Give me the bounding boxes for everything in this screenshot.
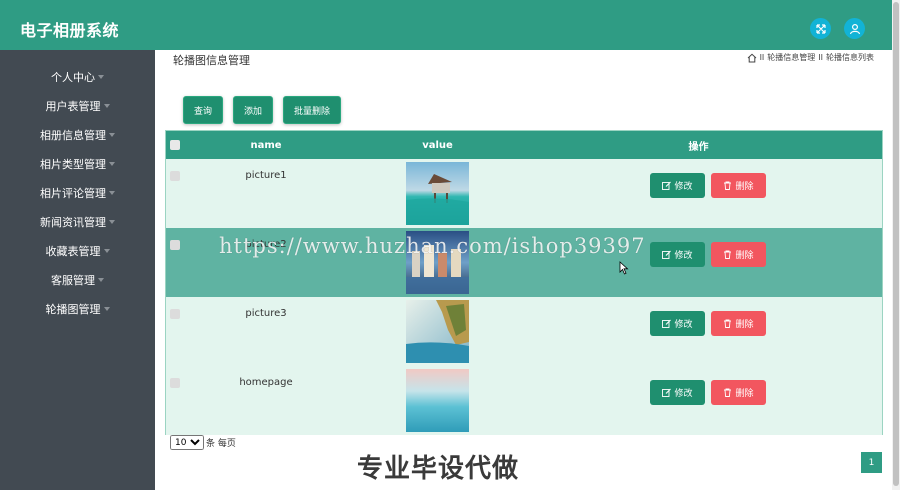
page-size-select[interactable]: 10 xyxy=(170,435,204,450)
app-title: 电子相册系统 xyxy=(20,21,120,40)
edit-button[interactable]: 修改 xyxy=(650,380,705,405)
scroll-thumb[interactable] xyxy=(893,2,899,486)
query-button[interactable]: 查询 xyxy=(183,96,224,124)
breadcrumb-separator: II xyxy=(818,53,823,62)
add-button[interactable]: 添加 xyxy=(233,96,274,124)
sidebar: 个人中心 用户表管理 相册信息管理 相片类型管理 相片评论管理 新闻资讯管理 收… xyxy=(0,50,155,490)
pagination-size: 10 条 每页 xyxy=(170,435,236,450)
user-icon xyxy=(849,23,860,34)
watermark-text: https://www.huzhan.com/ishop39397 xyxy=(219,234,646,258)
sidebar-item-news[interactable]: 新闻资讯管理 xyxy=(0,207,155,236)
table-row: picture1 修改 删除 xyxy=(166,159,882,228)
title-bar: 轮播图信息管理 II 轮播信息管理 II 轮播信息列表 xyxy=(155,50,892,88)
main-content: 查询 添加 批量删除 name value 操作 picture1 修改 删除 … xyxy=(155,88,892,490)
chevron-down-icon xyxy=(109,161,115,166)
delete-label: 删除 xyxy=(735,251,754,261)
page-scrollbar[interactable] xyxy=(892,0,900,490)
page-size-suffix: 条 每页 xyxy=(206,439,236,449)
fullscreen-button[interactable] xyxy=(810,18,831,39)
edit-label: 修改 xyxy=(674,389,693,399)
sidebar-item-label: 用户表管理 xyxy=(45,99,101,113)
sidebar-item-label: 相册信息管理 xyxy=(40,128,106,142)
sidebar-item-label: 新闻资讯管理 xyxy=(40,215,106,229)
trash-icon xyxy=(724,388,732,397)
trash-icon xyxy=(724,181,732,190)
breadcrumb-separator: II xyxy=(759,53,765,62)
cell-name: picture1 xyxy=(245,170,287,181)
breadcrumb-item[interactable]: 轮播信息管理 xyxy=(767,52,815,63)
edit-icon xyxy=(662,319,672,328)
row-checkbox[interactable] xyxy=(170,309,180,319)
edit-label: 修改 xyxy=(674,182,693,192)
home-icon[interactable] xyxy=(747,53,757,63)
edit-button[interactable]: 修改 xyxy=(650,173,705,198)
sidebar-item-profile[interactable]: 个人中心 xyxy=(0,62,155,91)
mouse-cursor-icon xyxy=(619,261,629,275)
row-checkbox[interactable] xyxy=(170,171,180,181)
chevron-down-icon xyxy=(109,190,115,195)
chevron-down-icon xyxy=(103,248,110,253)
sidebar-item-photo-types[interactable]: 相片类型管理 xyxy=(0,149,155,178)
row-checkbox[interactable] xyxy=(170,378,180,388)
sea-sky-image xyxy=(406,369,469,432)
sidebar-item-label: 客服管理 xyxy=(51,273,95,287)
trash-icon xyxy=(724,250,732,259)
batch-delete-button[interactable]: 批量删除 xyxy=(283,96,342,124)
select-all-checkbox[interactable] xyxy=(170,140,180,150)
sidebar-item-label: 收藏表管理 xyxy=(45,244,101,258)
sidebar-item-label: 个人中心 xyxy=(51,70,95,84)
cliff-sea-image xyxy=(406,300,469,363)
page-number-button[interactable]: 1 xyxy=(861,452,882,473)
sidebar-item-users[interactable]: 用户表管理 xyxy=(0,91,155,120)
column-header-name: name xyxy=(250,139,282,151)
sidebar-item-favorites[interactable]: 收藏表管理 xyxy=(0,236,155,265)
edit-button[interactable]: 修改 xyxy=(650,311,705,336)
promo-banner: 专业毕设代做 xyxy=(357,454,520,484)
breadcrumb: II 轮播信息管理 II 轮播信息列表 xyxy=(747,52,874,63)
chevron-down-icon xyxy=(103,306,110,311)
delete-button[interactable]: 删除 xyxy=(711,311,766,336)
edit-icon xyxy=(662,388,672,397)
fullscreen-icon xyxy=(815,23,826,34)
sidebar-item-label: 相片评论管理 xyxy=(40,186,106,200)
sidebar-item-label: 相片类型管理 xyxy=(40,157,106,171)
page-title: 轮播图信息管理 xyxy=(173,54,250,67)
chevron-down-icon xyxy=(98,74,104,79)
chevron-down-icon xyxy=(109,219,115,224)
table-row: homepage 修改 删除 xyxy=(166,366,882,435)
column-header-value: value xyxy=(422,139,453,151)
edit-label: 修改 xyxy=(674,320,693,330)
sidebar-item-albums[interactable]: 相册信息管理 xyxy=(0,120,155,149)
cell-name: homepage xyxy=(239,377,293,388)
edit-button[interactable]: 修改 xyxy=(650,242,705,267)
delete-label: 删除 xyxy=(735,389,754,399)
edit-icon xyxy=(662,250,672,259)
edit-label: 修改 xyxy=(674,251,693,261)
delete-button[interactable]: 删除 xyxy=(711,242,766,267)
cell-name: picture3 xyxy=(245,308,287,319)
edit-icon xyxy=(662,181,672,190)
chevron-down-icon xyxy=(103,103,110,108)
column-header-actions: 操作 xyxy=(688,141,709,153)
sidebar-item-photo-comments[interactable]: 相片评论管理 xyxy=(0,178,155,207)
breadcrumb-item: 轮播信息列表 xyxy=(826,53,874,62)
delete-button[interactable]: 删除 xyxy=(711,380,766,405)
sidebar-item-carousel[interactable]: 轮播图管理 xyxy=(0,294,155,323)
delete-button[interactable]: 删除 xyxy=(711,173,766,198)
delete-label: 删除 xyxy=(735,182,754,192)
table-row: picture3 修改 删除 xyxy=(166,297,882,366)
user-button[interactable] xyxy=(844,18,865,39)
sidebar-item-label: 轮播图管理 xyxy=(45,302,101,316)
row-checkbox[interactable] xyxy=(170,240,180,250)
trash-icon xyxy=(724,319,732,328)
delete-label: 删除 xyxy=(735,320,754,330)
table-header: name value 操作 xyxy=(166,131,882,159)
chevron-down-icon xyxy=(109,132,115,137)
chevron-down-icon xyxy=(98,277,104,282)
beach-hut-image xyxy=(406,162,469,225)
top-header: 电子相册系统 xyxy=(0,0,892,50)
carousel-table: name value 操作 picture1 修改 删除 picture2 修改… xyxy=(165,130,883,435)
sidebar-item-support[interactable]: 客服管理 xyxy=(0,265,155,294)
